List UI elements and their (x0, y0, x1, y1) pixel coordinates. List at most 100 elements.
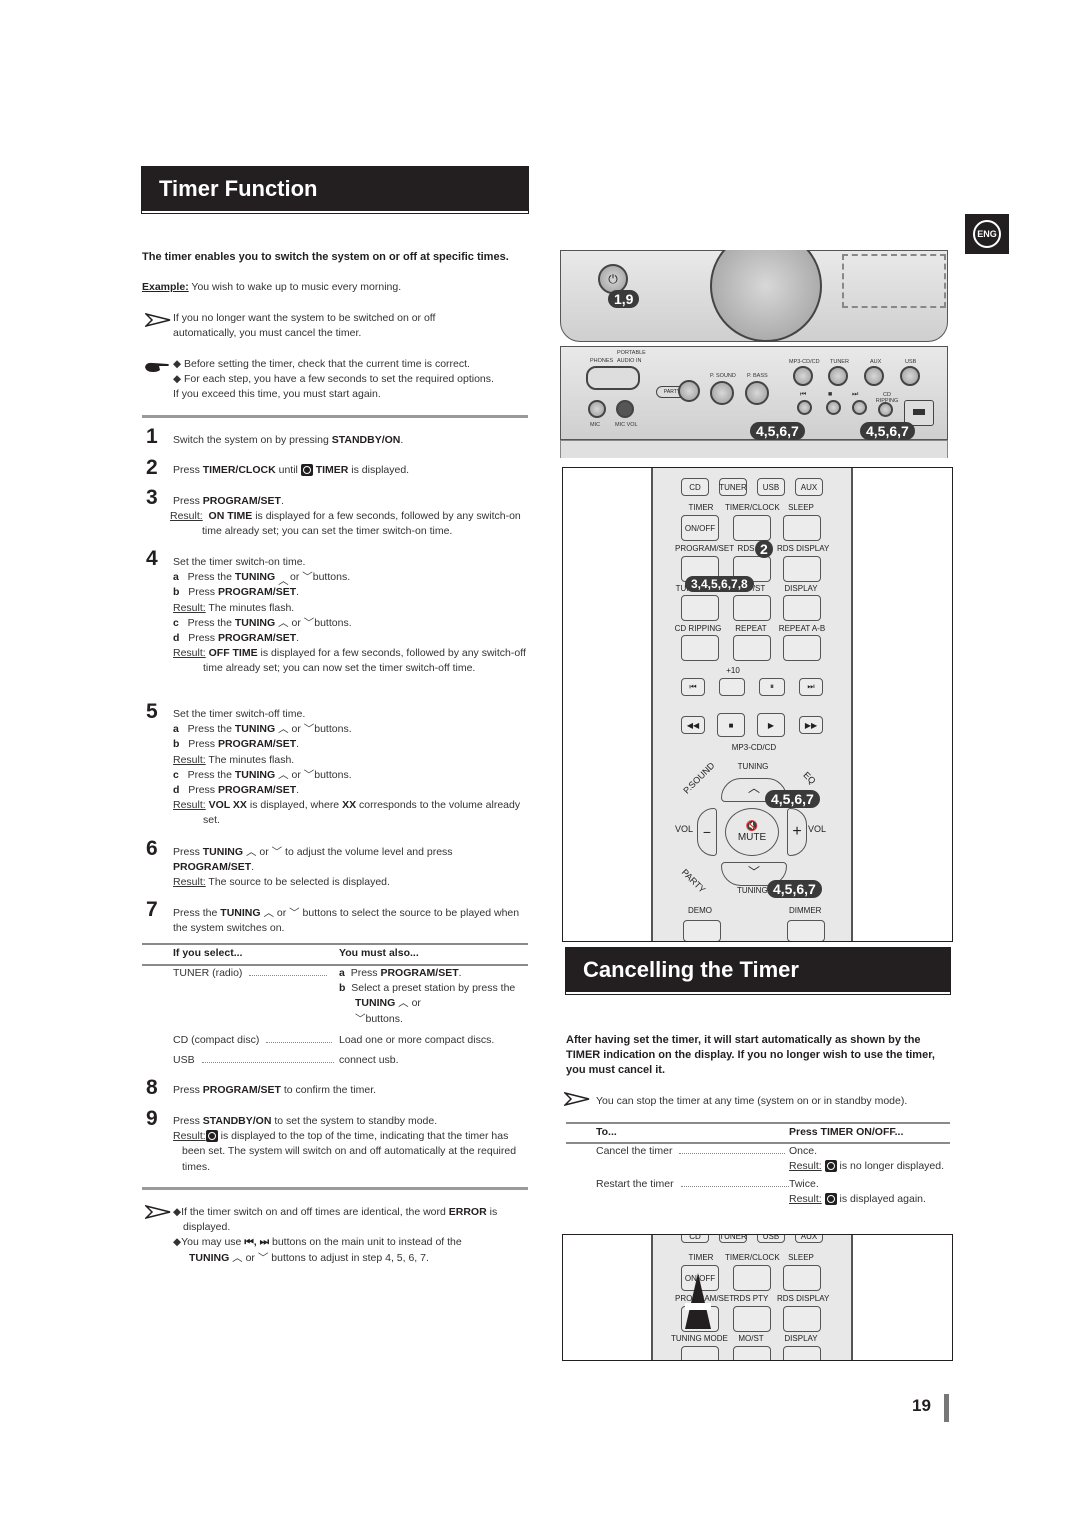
divider (142, 1187, 528, 1190)
divider (142, 415, 528, 418)
display-button[interactable] (783, 595, 821, 621)
callout-badge: 3,4,5,6,7,8 (685, 576, 754, 592)
usb-play-button[interactable] (900, 366, 920, 386)
example-line: Example: You wish to wake up to music ev… (142, 281, 402, 293)
step-number: 4 (146, 547, 158, 570)
callout-badge: 4,5,6,7 (860, 422, 915, 440)
intro-text: The timer enables you to switch the syst… (142, 251, 509, 263)
skip-forward-button[interactable] (852, 400, 867, 415)
sleep-button[interactable] (783, 515, 821, 541)
remote-body: CD TUNER USB AUX TIMER TIMER/CLOCK SLEEP… (651, 468, 853, 941)
step-3: Press PROGRAM/SET. Result: ON TIME is di… (170, 495, 521, 538)
cancel-table-header: To... Press TIMER ON/OFF... (596, 1126, 904, 1138)
rds-display-button[interactable] (783, 1306, 821, 1332)
rewind-button[interactable]: ◀◀ (681, 716, 705, 734)
tuner-button[interactable]: TUNER (719, 478, 747, 496)
aux-button[interactable]: AUX (795, 478, 823, 496)
mo-st-button[interactable] (733, 595, 771, 621)
usb-button[interactable]: USB (757, 478, 785, 496)
cd-button[interactable]: CD (681, 1235, 709, 1243)
unit-base (560, 440, 948, 458)
timer-clock-button[interactable] (733, 1265, 771, 1291)
usb-button[interactable]: USB (757, 1235, 785, 1243)
psound-button[interactable] (710, 381, 734, 405)
mo-st-button[interactable] (733, 1346, 771, 1360)
stop-button[interactable] (826, 400, 841, 415)
pause-button[interactable]: ⏸ (759, 678, 785, 696)
aux-button[interactable]: AUX (795, 1235, 823, 1243)
rds-display-button[interactable] (783, 556, 821, 582)
note-arrow-icon (564, 1092, 590, 1106)
timer-clock-button[interactable] (733, 515, 771, 541)
fast-forward-button[interactable]: ▶▶ (799, 716, 823, 734)
cd-ripping-button[interactable] (681, 635, 719, 661)
play-button[interactable]: ▶ (757, 713, 785, 737)
rds-pty-button[interactable] (733, 1306, 771, 1332)
tuner-button[interactable]: TUNER (719, 1235, 747, 1243)
mp3cd-play-button[interactable] (793, 366, 813, 386)
sleep-button[interactable] (783, 1265, 821, 1291)
step-1: Switch the system on by pressing STANDBY… (173, 434, 404, 446)
up-chevron-icon: ︿ (278, 616, 289, 629)
dimmer-button[interactable] (787, 920, 825, 941)
aux-button[interactable] (864, 366, 884, 386)
plus10-button[interactable] (719, 678, 745, 696)
step-8: Press PROGRAM/SET to confirm the timer. (173, 1084, 377, 1096)
table-header: If you select... You must also... (173, 947, 419, 959)
timer-onoff-button[interactable]: ON/OFF (681, 515, 719, 541)
down-chevron-icon: ﹀ (303, 616, 315, 629)
section-title: Cancelling the Timer (583, 957, 799, 982)
page-number-bar (944, 1394, 949, 1422)
skip-forward-icon: ⏭ (259, 1236, 270, 1249)
step-number: 9 (146, 1107, 158, 1130)
vol-plus-button[interactable]: + (787, 808, 807, 856)
callout-badge: 4,5,6,7 (767, 880, 822, 898)
up-chevron-icon: ︿ (398, 997, 409, 1010)
step-7: Press the TUNING ︿ or ﹀ buttons to selec… (173, 907, 520, 935)
tuner-button[interactable] (828, 366, 848, 386)
skip-back-button[interactable]: ⏮ (681, 678, 705, 696)
mute-button[interactable]: 🔇 MUTE (725, 808, 779, 856)
cd-button[interactable]: CD (681, 478, 709, 496)
step-number: 2 (146, 456, 158, 479)
repeat-ab-button[interactable] (783, 635, 821, 661)
stop-button[interactable]: ■ (717, 713, 745, 737)
skip-back-button[interactable] (797, 400, 812, 415)
repeat-button[interactable] (733, 635, 771, 661)
clock-icon (300, 464, 313, 477)
vol-minus-button[interactable]: − (697, 808, 717, 856)
demo-button[interactable] (683, 920, 721, 941)
callout-badge: 4,5,6,7 (765, 790, 820, 808)
step-6: Press TUNING ︿ or ﹀ to adjust the volume… (173, 846, 453, 889)
skip-back-icon: ⏮, (244, 1236, 257, 1249)
table-row: TUNER (radio) a Press PROGRAM/SET. b Sel… (173, 967, 516, 1025)
callout-badge: 1,9 (608, 290, 640, 308)
skip-back-icon: ⏮ (800, 391, 807, 398)
pbass-button[interactable] (745, 381, 769, 405)
bottom-notes: ◆If the timer switch on and off times ar… (173, 1206, 498, 1264)
down-chevron-icon: ﹀ (257, 1251, 269, 1264)
tips: ◆ Before setting the timer, check that t… (173, 357, 533, 403)
down-chevron-icon: ﹀ (302, 571, 313, 584)
table-top-rule (142, 943, 528, 945)
callout-badge: 2 (755, 540, 773, 558)
step-2: Press TIMER/CLOCK until TIMER is display… (173, 464, 410, 477)
party-knob (678, 380, 700, 402)
tip-2: ◆ For each step, you have a few seconds … (173, 373, 494, 386)
tip-3: If you exceed this time, you must start … (173, 388, 381, 401)
up-chevron-icon: ︿ (245, 846, 257, 858)
remote-illustration: CD TUNER USB AUX TIMER TIMER/CLOCK SLEEP… (562, 467, 953, 942)
cd-ripping-button[interactable] (878, 402, 893, 417)
mic-vol-knob[interactable] (616, 400, 634, 418)
step-number: 5 (146, 700, 158, 723)
display-button[interactable] (783, 1346, 821, 1360)
tuning-mode-button[interactable] (681, 1346, 719, 1360)
tuning-mode-button[interactable] (681, 595, 719, 621)
down-chevron-icon: ﹀ (289, 907, 300, 919)
skip-forward-button[interactable]: ⏭ (799, 678, 823, 696)
note-arrow-icon (145, 1205, 171, 1219)
table-row: Cancel the timer Once. Result: is no lon… (596, 1145, 945, 1173)
step-5: Set the timer switch-off time. a Press t… (173, 708, 521, 827)
down-chevron-icon: ﹀ (303, 768, 315, 781)
down-chevron-icon: ﹀ (271, 846, 283, 858)
